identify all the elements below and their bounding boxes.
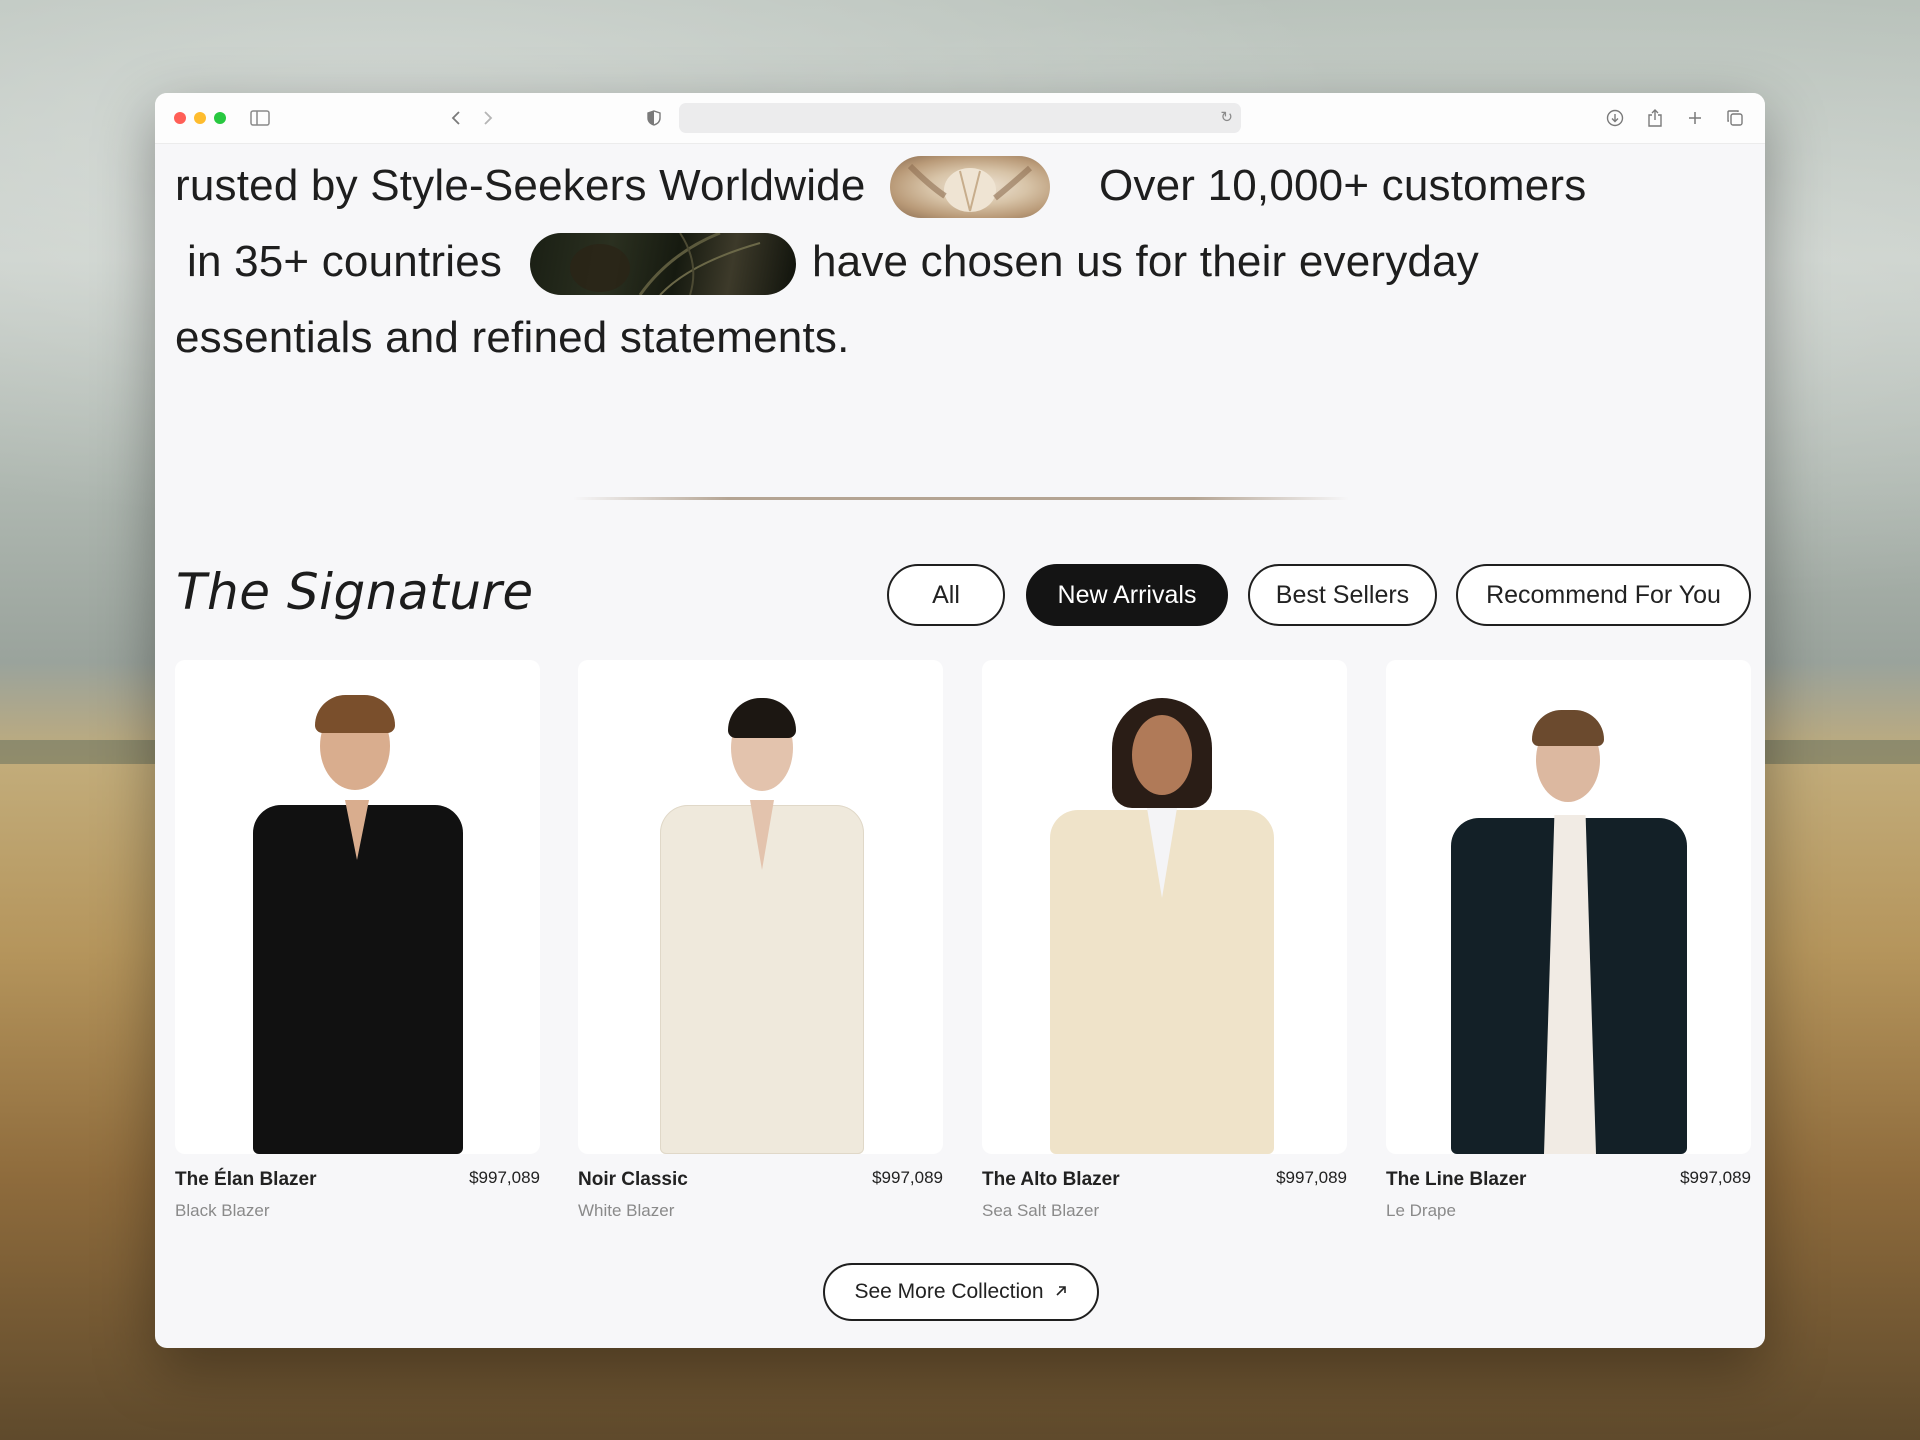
- hero-text-line2a: in 35+ countries: [187, 237, 503, 286]
- see-more-label: See More Collection: [854, 1280, 1044, 1303]
- product-image[interactable]: [982, 660, 1347, 1154]
- product-price: $997,089: [469, 1168, 540, 1187]
- see-more-collection-button[interactable]: See More Collection: [823, 1263, 1099, 1321]
- arrow-up-right-icon: [1054, 1280, 1068, 1304]
- product-image[interactable]: [578, 660, 943, 1154]
- hero-inline-image-fabric: [890, 156, 1050, 218]
- browser-titlebar: ↻: [155, 93, 1765, 144]
- product-card[interactable]: The Élan Blazer $997,089 Black Blazer: [175, 660, 540, 1220]
- product-subtitle: Sea Salt Blazer: [982, 1201, 1100, 1220]
- product-subtitle: White Blazer: [578, 1201, 675, 1220]
- share-icon[interactable]: [1644, 107, 1666, 129]
- close-window-button[interactable]: [174, 112, 186, 124]
- minimize-window-button[interactable]: [194, 112, 206, 124]
- new-tab-icon[interactable]: [1684, 107, 1706, 129]
- product-name[interactable]: The Alto Blazer: [982, 1169, 1120, 1191]
- product-price: $997,089: [872, 1168, 943, 1187]
- hero-text-line2b: have chosen us for their everyday: [812, 237, 1479, 286]
- product-card[interactable]: The Alto Blazer $997,089 Sea Salt Blazer: [982, 660, 1347, 1220]
- hero-text-line3: essentials and refined statements.: [175, 313, 850, 362]
- reload-icon[interactable]: ↻: [1220, 108, 1233, 126]
- sidebar-toggle-icon[interactable]: [249, 107, 271, 129]
- forward-icon[interactable]: [477, 107, 499, 129]
- product-price: $997,089: [1680, 1168, 1751, 1187]
- filter-new-arrivals-button[interactable]: New Arrivals: [1026, 564, 1228, 626]
- filter-all-button[interactable]: All: [887, 564, 1005, 626]
- section-divider: [573, 497, 1349, 500]
- privacy-shield-icon[interactable]: [643, 107, 665, 129]
- product-image[interactable]: [175, 660, 540, 1154]
- hero-text-line1a: rusted by Style-Seekers Worldwide: [175, 161, 866, 210]
- product-card[interactable]: Noir Classic $997,089 White Blazer: [578, 660, 943, 1220]
- back-icon[interactable]: [445, 107, 467, 129]
- tab-overview-icon[interactable]: [1724, 107, 1746, 129]
- product-subtitle: Black Blazer: [175, 1201, 270, 1220]
- product-name[interactable]: The Line Blazer: [1386, 1169, 1526, 1191]
- product-name[interactable]: Noir Classic: [578, 1169, 688, 1191]
- hero-inline-image-foliage: [530, 233, 796, 295]
- product-card[interactable]: The Line Blazer $997,089 Le Drape: [1386, 660, 1751, 1220]
- filter-best-sellers-button[interactable]: Best Sellers: [1248, 564, 1437, 626]
- product-name[interactable]: The Élan Blazer: [175, 1169, 317, 1191]
- filter-recommend-button[interactable]: Recommend For You: [1456, 564, 1751, 626]
- section-title: The Signature: [176, 563, 534, 621]
- page-content: rusted by Style-Seekers Worldwide Over 1…: [155, 143, 1765, 1348]
- browser-window: ↻ rusted by Style-Seekers Worldwide Over…: [155, 93, 1765, 1348]
- maximize-window-button[interactable]: [214, 112, 226, 124]
- address-bar[interactable]: ↻: [679, 103, 1241, 133]
- product-image[interactable]: [1386, 660, 1751, 1154]
- product-subtitle: Le Drape: [1386, 1201, 1456, 1220]
- hero-text-line1b: Over 10,000+ customers: [1099, 161, 1587, 210]
- product-price: $997,089: [1276, 1168, 1347, 1187]
- downloads-icon[interactable]: [1604, 107, 1626, 129]
